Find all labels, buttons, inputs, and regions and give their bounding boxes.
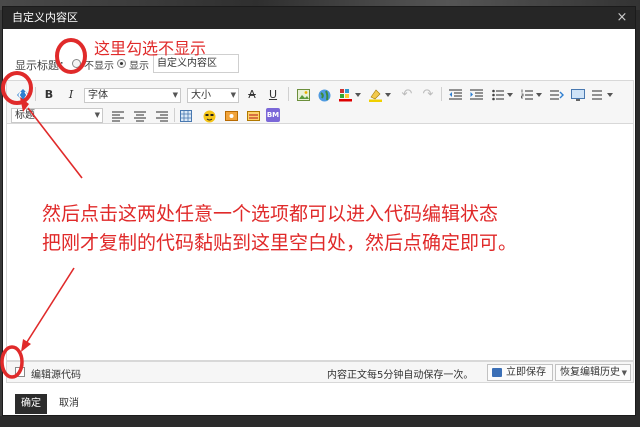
italic-icon[interactable]: I [63,87,79,103]
outdent-icon[interactable] [447,87,463,103]
radio-hide-label[interactable]: 不显示 [84,57,114,72]
bold-icon[interactable]: B [41,87,57,103]
redo-icon[interactable]: ↷ [420,87,436,103]
radio-show-label[interactable]: 显示 [129,57,149,72]
font-family-value: 字体 [88,90,108,101]
heading-value: 标题 [15,110,35,121]
radio-show-title[interactable] [117,59,126,68]
underline-icon[interactable]: U [265,87,281,103]
close-icon[interactable]: × [615,7,629,29]
autosave-notice: 内容正文每5分钟自动保存一次。 [327,370,474,381]
chevron-down-icon: ▼ [94,111,100,119]
flash-icon[interactable] [245,108,261,124]
edit-source-label[interactable]: 编辑源代码 [31,366,81,381]
annotation-line-1: 然后点击这两处任意一个选项都可以进入代码编辑状态 [42,203,499,225]
restore-history-label: 恢复编辑历史 [560,367,620,378]
heading-select[interactable]: 标题 ▼ [11,108,103,123]
source-code-icon[interactable] [15,87,31,103]
radio-hide-title[interactable] [72,59,81,68]
table-icon[interactable] [178,108,194,124]
more-icon[interactable] [591,87,617,103]
show-title-label: 显示标题： [15,59,70,72]
annotation-line-2: 把刚才复制的代码黏贴到这里空白处，然后点确定即可。 [42,232,518,254]
monitor-icon[interactable] [570,87,586,103]
bm-icon[interactable]: BM [266,108,280,122]
save-now-label: 立即保存 [506,367,546,378]
highlight-color-icon[interactable] [368,87,394,103]
media-icon[interactable] [223,108,239,124]
chevron-down-icon: ▼ [621,369,627,377]
numbered-list-icon[interactable] [520,87,544,103]
strikethrough-icon[interactable]: A [244,87,260,103]
dialog-titlebar: 自定义内容区 × [3,7,635,29]
cancel-button[interactable]: 取消 [59,394,85,414]
font-family-select[interactable]: 字体 ▼ [84,88,181,103]
bullet-list-icon[interactable] [491,87,515,103]
globe-icon[interactable] [316,87,332,103]
image-icon[interactable] [295,87,311,103]
align-left-icon[interactable] [110,108,126,124]
font-size-value: 大小 [191,90,211,101]
save-disk-icon [492,368,502,377]
chevron-down-icon: ▼ [172,91,178,99]
editor-statusbar: 编辑源代码 内容正文每5分钟自动保存一次。 立即保存 恢复编辑历史 ▼ [6,361,634,383]
font-size-select[interactable]: 大小 ▼ [187,88,239,103]
restore-history-button[interactable]: 恢复编辑历史 ▼ [555,364,631,381]
editor-toolbar: B I 字体 ▼ 大小 ▼ A U ↶ ↷ 标题 ▼ BM [6,80,634,124]
align-right-icon[interactable] [154,108,170,124]
font-color-icon[interactable] [338,87,364,103]
edit-source-checkbox[interactable] [15,367,25,377]
undo-icon[interactable]: ↶ [399,87,415,103]
background-bottom [0,416,640,427]
save-now-button[interactable]: 立即保存 [487,364,553,381]
indent-icon[interactable] [468,87,484,103]
annotation-check-hint: 这里勾选不显示 [94,39,207,58]
align-center-icon[interactable] [132,108,148,124]
dialog-title: 自定义内容区 [12,11,78,24]
link-icon[interactable] [549,87,565,103]
emoji-icon[interactable] [201,108,217,124]
ok-button[interactable]: 确定 [15,394,47,414]
chevron-down-icon: ▼ [230,91,236,99]
